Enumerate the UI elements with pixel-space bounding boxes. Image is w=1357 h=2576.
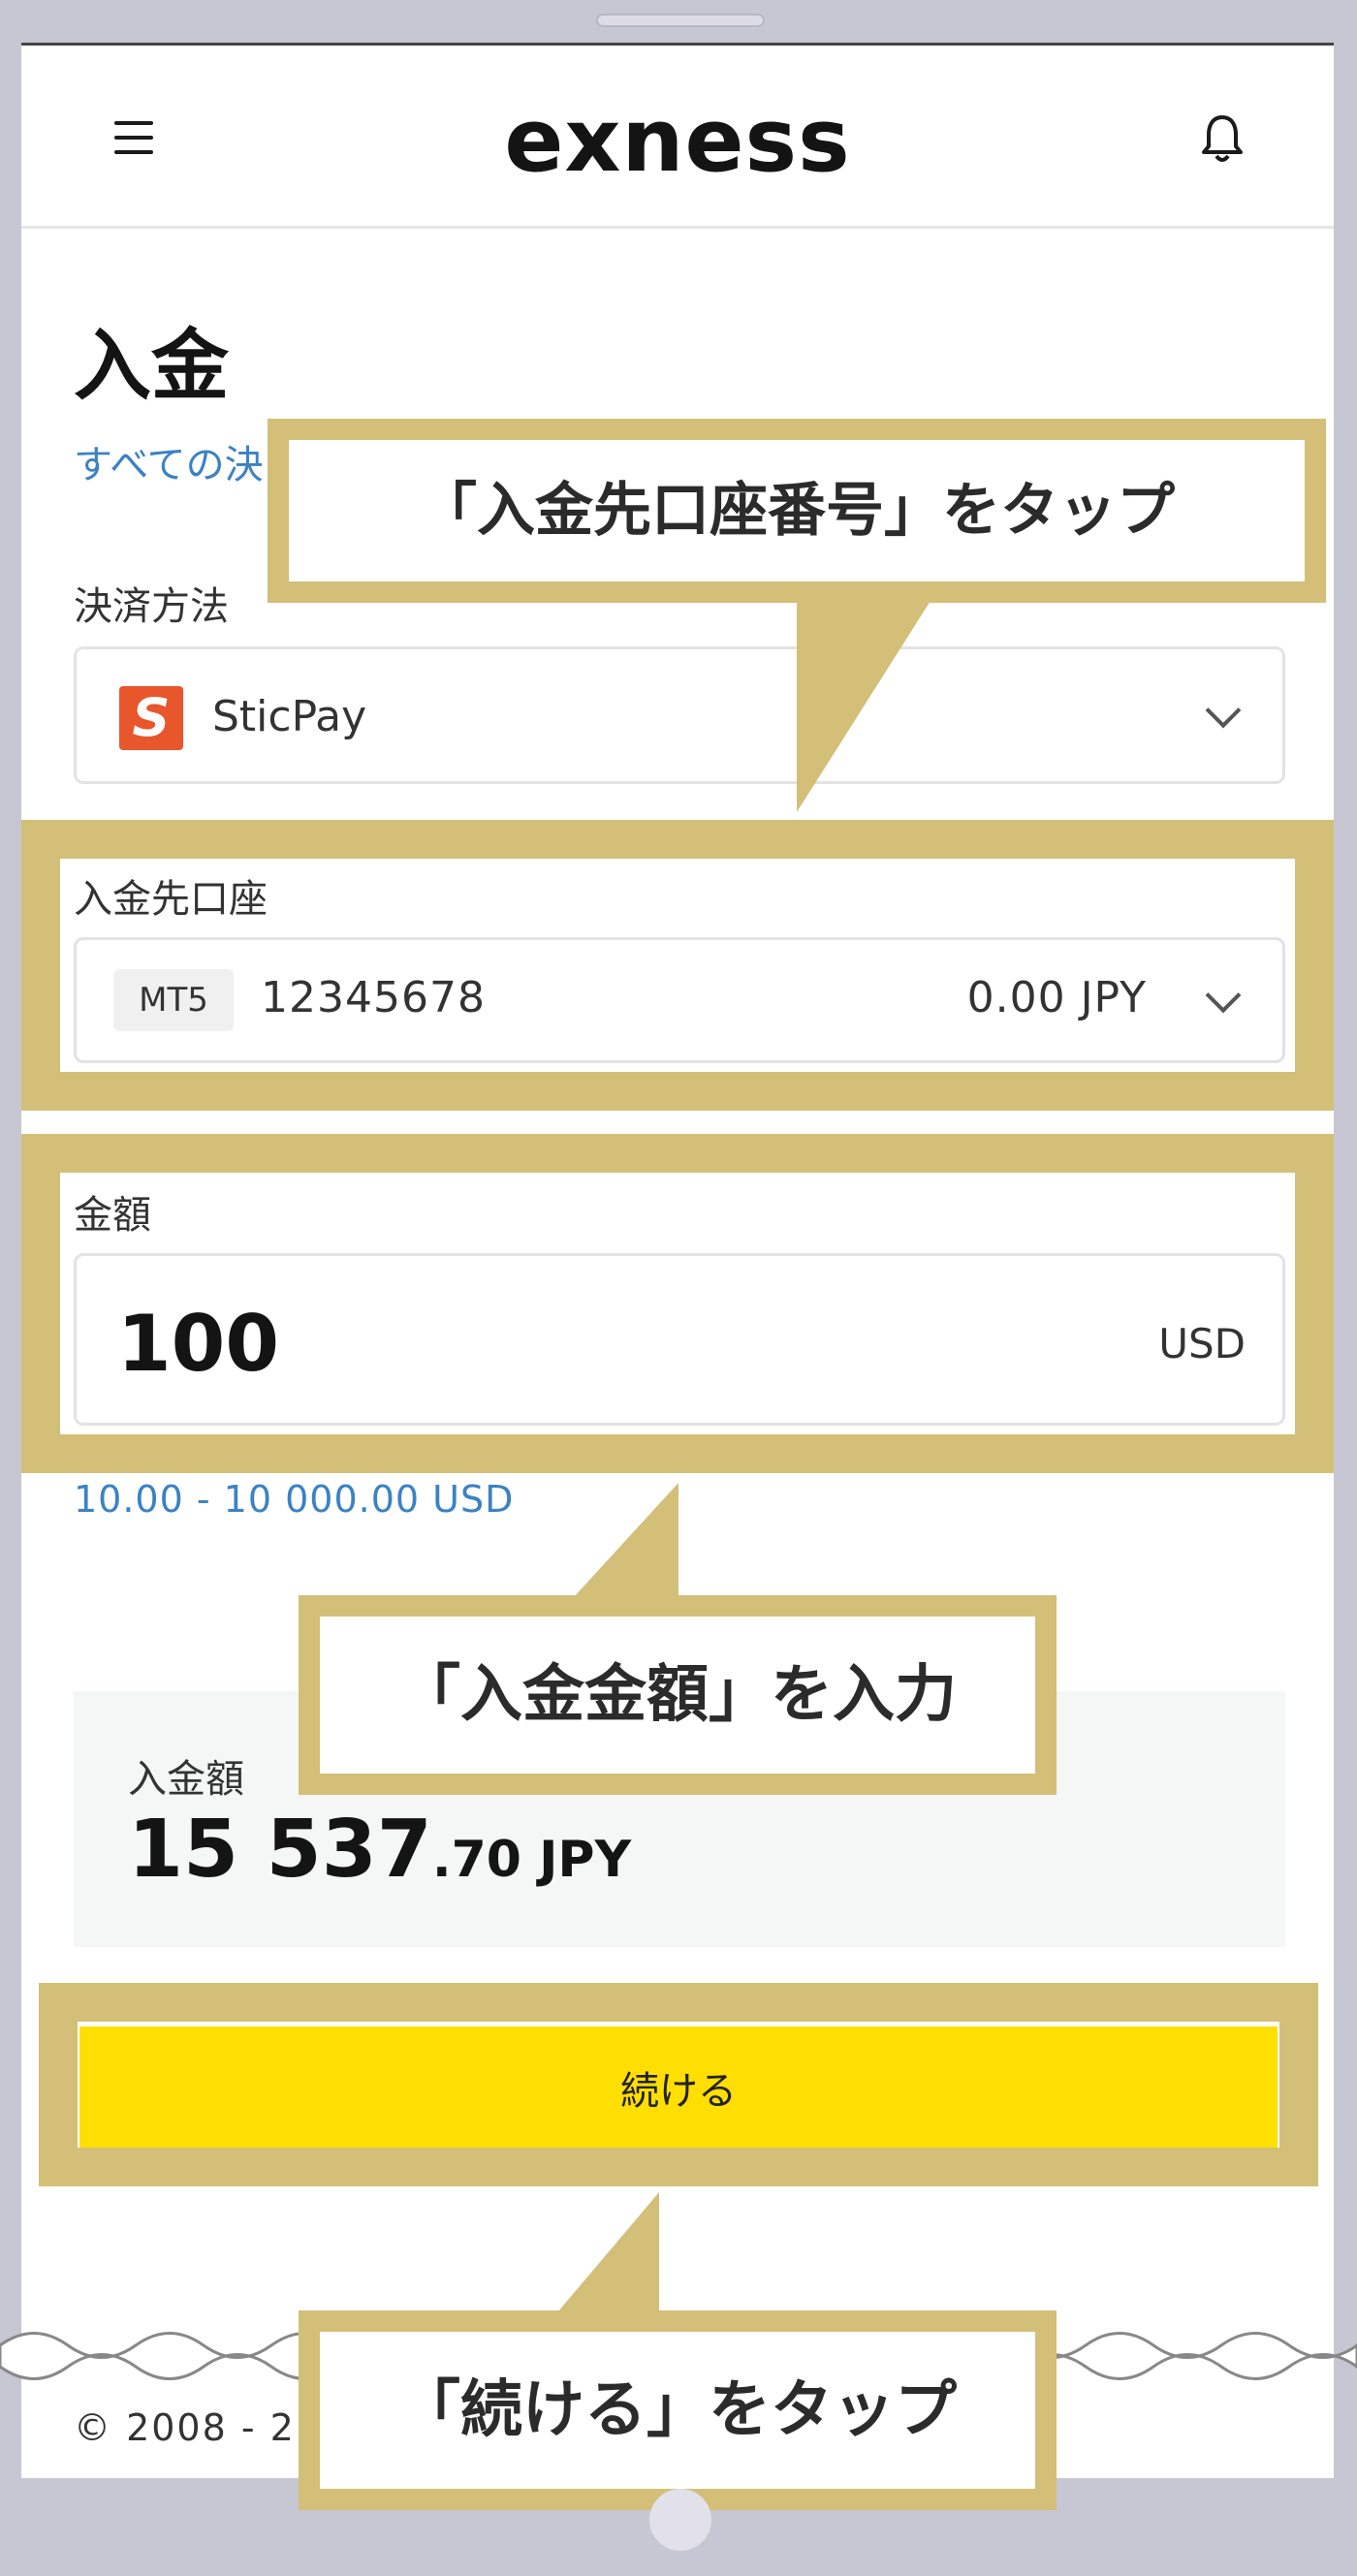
copyright: © 2008 - 2 [74,2406,296,2449]
callout-pointer [572,1483,678,1599]
exness-logo: exness [504,90,851,192]
callout-tap-account: 「入金先口座番号」をタップ [268,419,1326,603]
callout-pointer [552,2192,659,2318]
callout-tap-continue: 「続ける」をタップ [299,2310,1057,2510]
summary-label: 入金額 [128,1757,244,1802]
app-header: exness [21,46,1334,229]
callout-pointer [797,601,931,812]
chevron-down-icon [1205,692,1242,729]
amount-range: 10.00 - 10 000.00 USD [74,1478,515,1521]
device-home-button [649,2489,711,2551]
payment-method-select[interactable]: S SticPay [74,646,1285,784]
payment-method-value: SticPay [212,692,367,741]
callout-enter-amount: 「入金金額」を入力 [299,1595,1057,1795]
highlight-deposit-account [21,820,1334,1111]
device-speaker [596,14,765,27]
bell-icon[interactable] [1200,113,1245,164]
highlight-amount [21,1134,1334,1473]
all-methods-link[interactable]: すべての決 [74,433,264,489]
payment-method-label: 決済方法 [74,584,229,629]
sticpay-icon: S [119,686,183,750]
highlight-continue [39,1983,1318,2186]
page-title: 入金 [74,321,229,411]
summary-value: 15 537.70 JPY [128,1804,632,1896]
